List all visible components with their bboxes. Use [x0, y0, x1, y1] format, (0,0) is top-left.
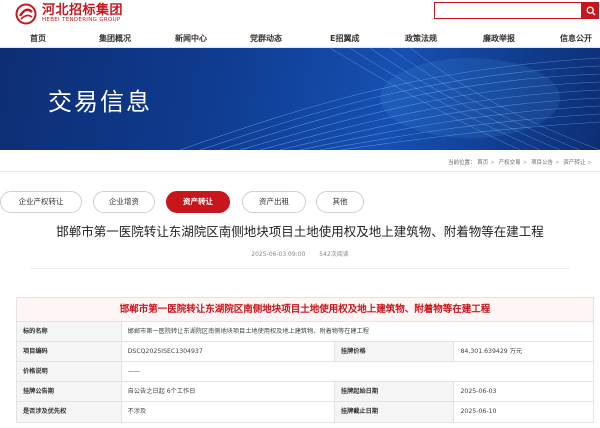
value-price-note: ——	[127, 368, 141, 375]
tab-capital-increase[interactable]: 企业增资	[93, 191, 155, 213]
search-button[interactable]	[582, 2, 599, 19]
search-icon	[586, 6, 595, 15]
logo-mark-icon	[14, 3, 38, 25]
article-title: 邯郸市第一医院转让东湖院区南侧地块项目土地使用权及地上建筑物、附着物等在建工程	[56, 224, 544, 239]
table-row: 标的名称 邯郸市第一医院转让东湖院区南侧地块项目土地使用权及地上建筑物、附着物等…	[17, 322, 593, 342]
table-row: 价格说明 ——	[17, 362, 593, 382]
nav-item-news[interactable]: 新闻中心	[175, 30, 207, 48]
label-price-note: 价格说明	[17, 362, 122, 381]
value-priority-right: 不涉及	[122, 402, 335, 422]
tab-asset-transfer[interactable]: 资产转让	[166, 191, 230, 213]
value-end-date: 2025-06-10	[460, 408, 497, 415]
breadcrumb-item-trading[interactable]: 产权交易	[499, 160, 521, 166]
table-row: 是否涉及优先权 不涉及 挂牌截止日期 2025-06-10	[17, 402, 593, 422]
logo-name-en: HEBEI TENDERING GROUP	[42, 17, 121, 24]
nav-item-party[interactable]: 党群动态	[250, 30, 282, 48]
banner-title: 交易信息	[48, 88, 152, 116]
view-count: 542次阅读	[319, 251, 349, 258]
table-row: 项目编码 DSCQ2025ISEC1304937 挂牌价格 84,301.639…	[17, 342, 593, 362]
article-meta: 2025-06-03 09:00 542次阅读	[0, 249, 600, 258]
nav-item-about[interactable]: 集团概况	[99, 30, 131, 48]
site-header: 河北招标集团 HEBEI TENDERING GROUP	[0, 0, 600, 30]
divider	[30, 268, 570, 269]
category-tabs: 企业产权转让 企业增资 资产转让 资产出租 其他	[0, 191, 600, 213]
label-subject-name: 标的名称	[17, 322, 122, 341]
search-input[interactable]	[434, 2, 582, 19]
breadcrumb-prefix: 当前位置：	[447, 160, 476, 166]
site-logo[interactable]: 河北招标集团 HEBEI TENDERING GROUP	[14, 3, 123, 25]
breadcrumb-item-asset-transfer[interactable]: 资产转让	[563, 160, 585, 166]
label-listing-price: 挂牌价格	[334, 342, 455, 361]
publish-date: 2025-06-03 09:00	[251, 251, 306, 258]
label-notice-period: 挂牌公告期	[17, 382, 122, 401]
value-listing-price: 84,301.639429 万元	[460, 348, 523, 355]
value-project-code: DSCQ2025ISEC1304937	[122, 342, 335, 361]
logo-name-cn: 河北招标集团	[42, 3, 124, 19]
value-start-date: 2025-06-03	[460, 388, 497, 395]
label-priority-right: 是否涉及优先权	[17, 402, 122, 422]
tab-other[interactable]: 其他	[316, 191, 364, 213]
breadcrumb: 当前位置： 首页 > 产权交易 > 项目公告 > 资产转让 >	[447, 160, 592, 166]
info-table-title: 邯郸市第一医院转让东湖院区南侧地块项目土地使用权及地上建筑物、附着物等在建工程	[17, 298, 593, 322]
label-start-date: 挂牌起始日期	[334, 382, 455, 401]
label-end-date: 挂牌截止日期	[334, 402, 455, 422]
page-banner: 交易信息	[0, 48, 600, 150]
nav-item-e-bidding[interactable]: E招翼成	[330, 30, 359, 48]
divider	[0, 171, 600, 172]
main-nav: 首页 集团概况 新闻中心 党群动态 E招翼成 政策法规 廉政举报 信息公开	[0, 30, 600, 48]
nav-item-report[interactable]: 廉政举报	[483, 30, 515, 48]
nav-item-home[interactable]: 首页	[30, 30, 46, 48]
project-info-table: 邯郸市第一医院转让东湖院区南侧地块项目土地使用权及地上建筑物、附着物等在建工程 …	[16, 297, 594, 423]
breadcrumb-item-home[interactable]: 首页	[477, 160, 488, 166]
nav-item-disclosure[interactable]: 信息公开	[560, 30, 592, 48]
tab-enterprise-equity[interactable]: 企业产权转让	[0, 191, 82, 213]
value-subject-name: 邯郸市第一医院转让东湖院区南侧地块项目土地使用权及地上建筑物、附着物等在建工程	[127, 328, 369, 335]
value-notice-period: 自公告之日起 6个工作日	[122, 382, 335, 401]
tab-asset-lease[interactable]: 资产出租	[242, 191, 306, 213]
label-project-code: 项目编码	[17, 342, 122, 361]
breadcrumb-item-notices[interactable]: 项目公告	[531, 160, 553, 166]
nav-item-policy[interactable]: 政策法规	[405, 30, 437, 48]
table-row: 挂牌公告期 自公告之日起 6个工作日 挂牌起始日期 2025-06-03	[17, 382, 593, 402]
